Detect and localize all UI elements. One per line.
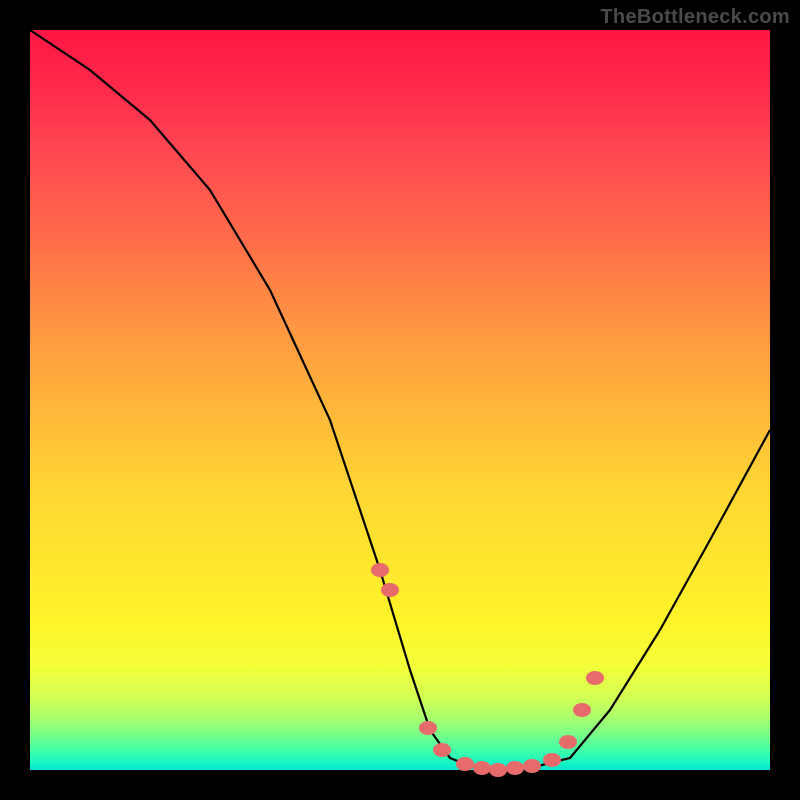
marker-dot: [489, 763, 507, 777]
chart-svg: [30, 30, 770, 770]
marker-dot: [523, 759, 541, 773]
marker-dot: [433, 743, 451, 757]
watermark-label: TheBottleneck.com: [600, 6, 790, 29]
marker-dot: [419, 721, 437, 735]
curve-markers: [371, 563, 604, 777]
marker-dot: [473, 761, 491, 775]
marker-dot: [543, 753, 561, 767]
marker-dot: [381, 583, 399, 597]
marker-dot: [456, 757, 474, 771]
marker-dot: [559, 735, 577, 749]
marker-dot: [506, 761, 524, 775]
bottleneck-curve: [30, 30, 770, 770]
marker-dot: [573, 703, 591, 717]
marker-dot: [586, 671, 604, 685]
marker-dot: [371, 563, 389, 577]
